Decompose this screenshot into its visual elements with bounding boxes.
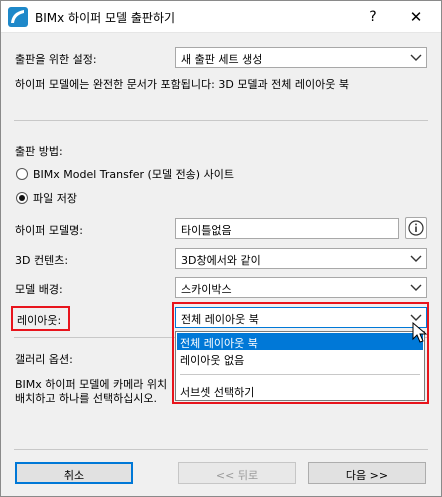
publish-dialog: BIMx 하이퍼 모델 출판하기 ? ✕ 출판을 위한 설정: 새 출판 세트 … <box>0 0 442 497</box>
radio-model-transfer-label[interactable]: BIMx Model Transfer (모델 전송) 사이트 <box>33 166 234 182</box>
settings-label: 출판을 위한 설정: <box>15 53 97 66</box>
help-icon[interactable]: ? <box>363 7 383 27</box>
info-icon <box>408 220 424 236</box>
info-button[interactable] <box>405 217 427 239</box>
cancel-button[interactable]: 취소 <box>15 462 133 484</box>
background-select[interactable]: 스카이박스 <box>175 277 427 298</box>
window-title: BIMx 하이퍼 모델 출판하기 <box>35 11 176 25</box>
next-button[interactable]: 다음 >> <box>308 462 426 484</box>
settings-select-value: 새 출판 세트 생성 <box>181 53 263 66</box>
radio-save-file-label[interactable]: 파일 저장 <box>33 190 77 206</box>
layout-dropdown-highlight <box>172 302 429 404</box>
chevron-down-icon <box>410 54 422 61</box>
back-button[interactable]: << 뒤로 <box>178 462 296 484</box>
mouse-pointer-icon <box>412 322 428 343</box>
divider <box>14 120 428 121</box>
archicad-app-icon <box>8 7 28 27</box>
settings-info-text: 하이퍼 모델에는 완전한 문서가 포함됩니다: 3D 모델과 전체 레이아웃 북 <box>15 78 350 91</box>
gallery-text-line2: 배치하고 하나를 선택하십시오. <box>15 392 158 405</box>
chevron-down-icon <box>410 284 422 291</box>
model-name-value: 타이틀없음 <box>181 224 232 237</box>
method-label: 출판 방법: <box>15 145 63 158</box>
gallery-label: 갤러리 옵션: <box>15 353 73 366</box>
chevron-down-icon <box>410 255 422 262</box>
contents-3d-value: 3D창에서와 같이 <box>181 254 261 267</box>
radio-model-transfer[interactable] <box>16 168 28 180</box>
settings-select[interactable]: 새 출판 세트 생성 <box>175 47 427 68</box>
title-bar: BIMx 하이퍼 모델 출판하기 ? ✕ <box>1 1 441 33</box>
background-label: 모델 배경: <box>15 283 63 296</box>
close-icon[interactable]: ✕ <box>406 7 426 27</box>
background-value: 스카이박스 <box>181 283 232 296</box>
contents-3d-select[interactable]: 3D창에서와 같이 <box>175 248 427 269</box>
model-name-label: 하이퍼 모델명: <box>15 224 83 237</box>
divider <box>14 449 428 450</box>
model-name-input[interactable]: 타이틀없음 <box>175 218 399 239</box>
radio-save-file[interactable] <box>16 192 28 204</box>
contents-3d-label: 3D 컨텐츠: <box>15 254 69 267</box>
layout-label: 레이아웃: <box>17 314 62 327</box>
